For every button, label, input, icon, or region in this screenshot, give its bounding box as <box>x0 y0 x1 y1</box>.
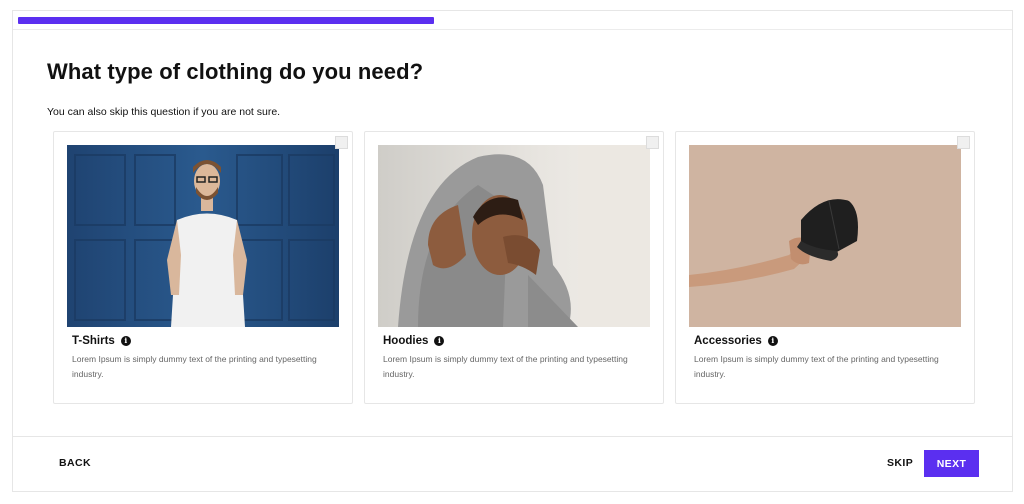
option-checkbox-accessories[interactable] <box>957 136 970 149</box>
option-title-accessories: Accessories <box>694 335 762 347</box>
progress-bar-fill <box>18 17 434 24</box>
option-title-tshirts: T-Shirts <box>72 335 115 347</box>
option-checkbox-tshirts[interactable] <box>335 136 348 149</box>
question-title: What type of clothing do you need? <box>47 59 424 84</box>
back-button[interactable]: BACK <box>59 457 91 469</box>
option-title-hoodies: Hoodies <box>383 335 429 347</box>
next-button[interactable]: NEXT <box>924 450 979 477</box>
question-subtitle: You can also skip this question if you a… <box>47 106 281 118</box>
info-icon[interactable]: i <box>434 336 445 346</box>
footer-nav: BACK SKIP NEXT <box>13 436 1012 492</box>
option-description-accessories: Lorem Ipsum is simply dummy text of the … <box>694 354 939 379</box>
option-title-row: Accessories i <box>694 335 778 347</box>
info-icon[interactable]: i <box>767 336 778 346</box>
options-list: T-Shirts i Lorem Ipsum is simply dummy t… <box>53 131 975 404</box>
option-description-tshirts: Lorem Ipsum is simply dummy text of the … <box>72 354 317 379</box>
survey-frame: What type of clothing do you need? You c… <box>12 10 1013 492</box>
cap-image <box>689 145 961 327</box>
option-card-tshirts[interactable]: T-Shirts i Lorem Ipsum is simply dummy t… <box>53 131 353 404</box>
skip-button[interactable]: SKIP <box>887 457 913 469</box>
progress-bar <box>13 11 1012 30</box>
option-title-row: Hoodies i <box>383 335 445 347</box>
option-card-accessories[interactable]: Accessories i Lorem Ipsum is simply dumm… <box>675 131 975 404</box>
info-icon[interactable]: i <box>120 336 131 346</box>
option-card-hoodies[interactable]: Hoodies i Lorem Ipsum is simply dummy te… <box>364 131 664 404</box>
option-checkbox-hoodies[interactable] <box>646 136 659 149</box>
tshirt-image <box>67 145 339 327</box>
option-description-hoodies: Lorem Ipsum is simply dummy text of the … <box>383 354 628 379</box>
option-title-row: T-Shirts i <box>72 335 131 347</box>
hoodie-image <box>378 145 650 327</box>
